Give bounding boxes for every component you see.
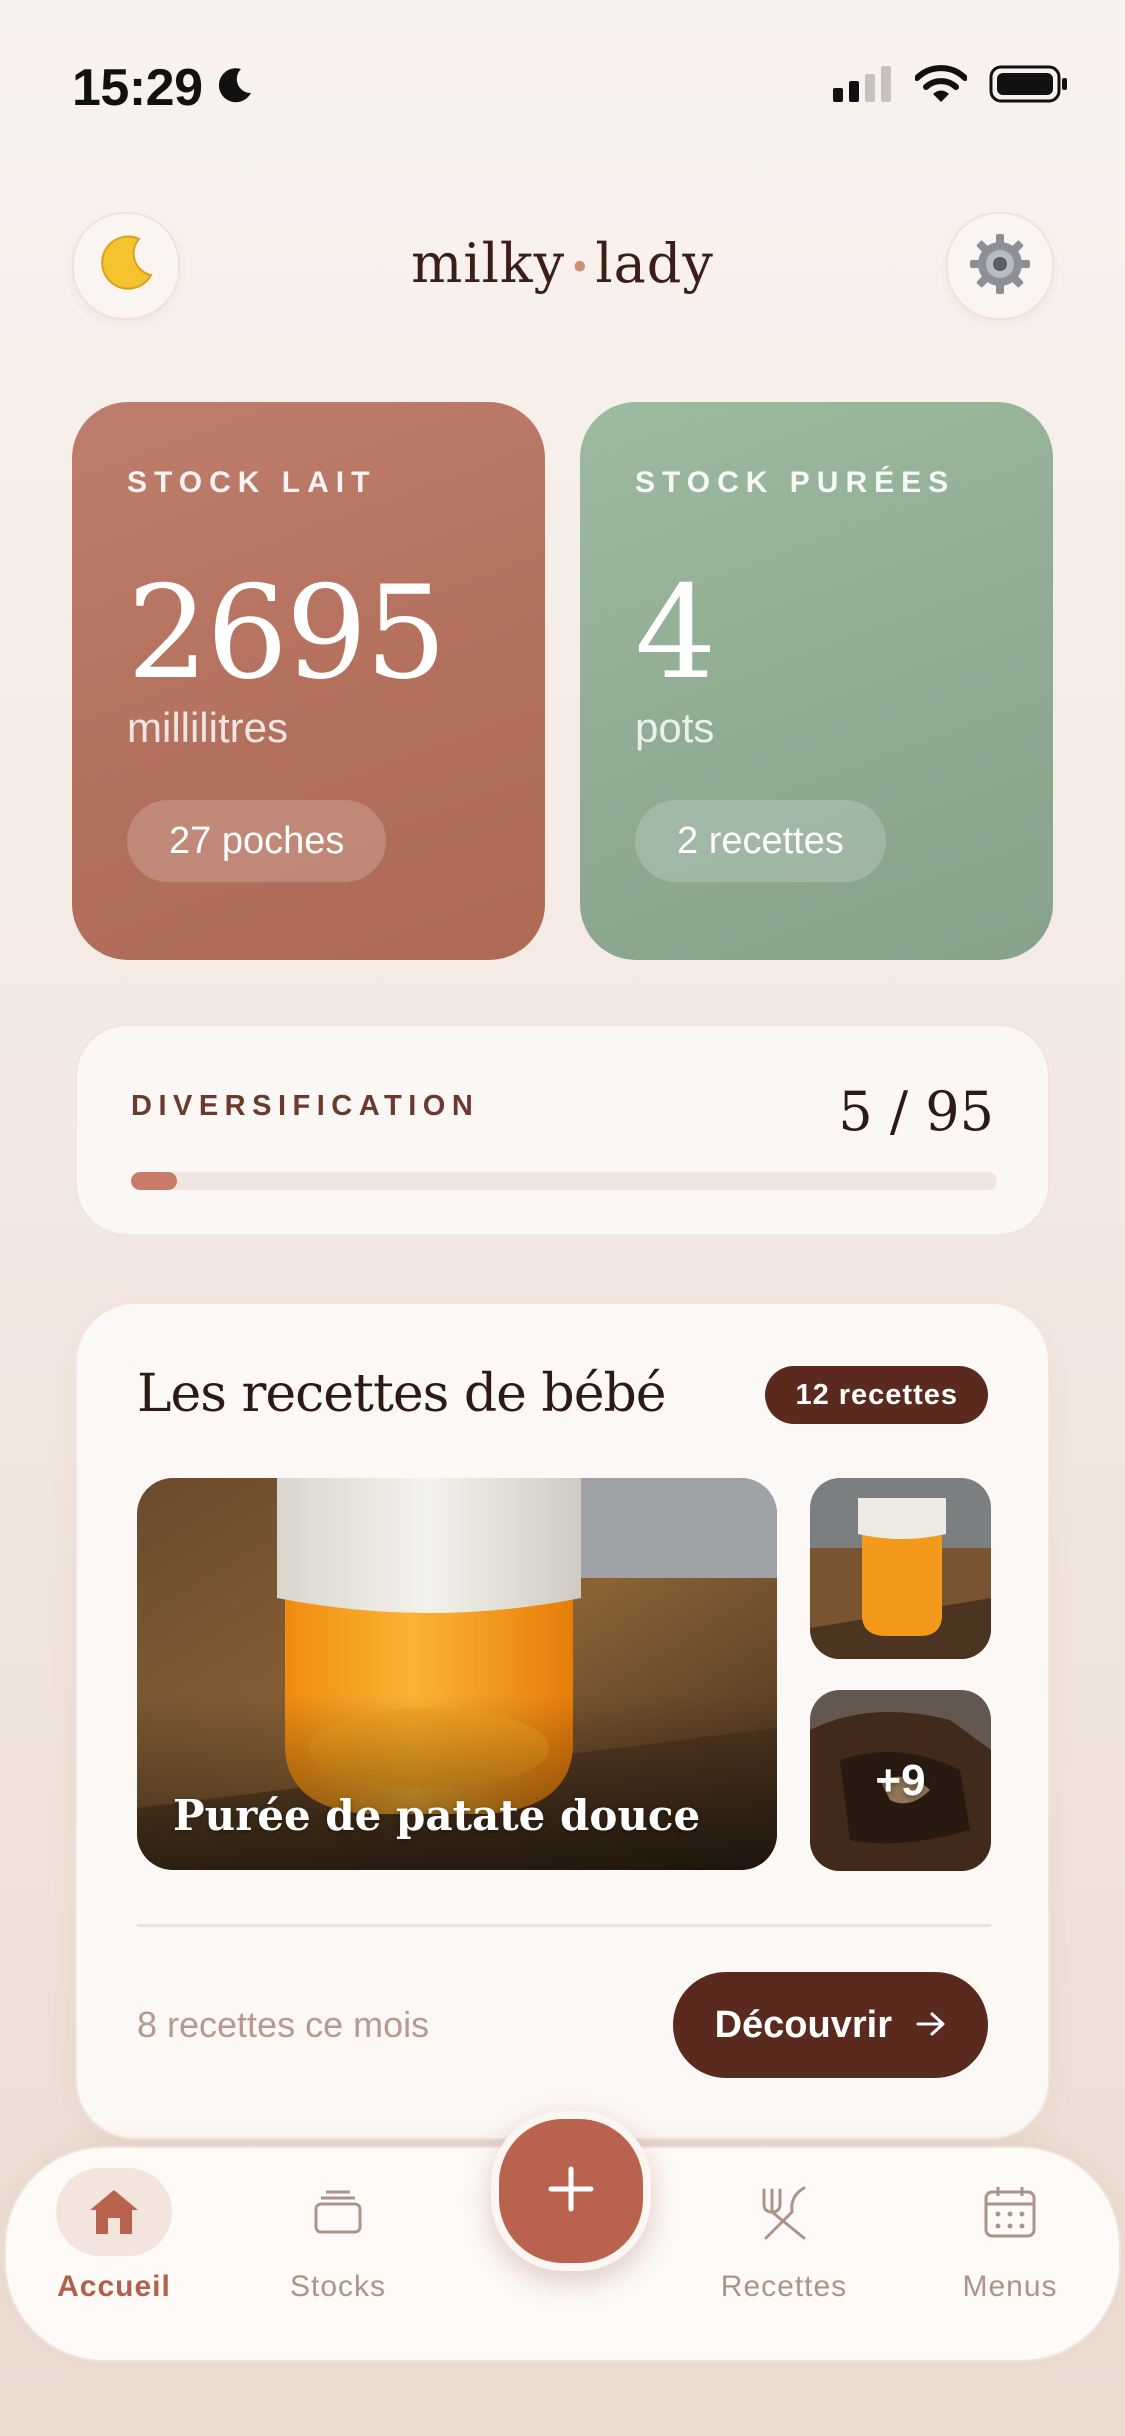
diversification-card[interactable]: DIVERSIFICATION 5 / 95 xyxy=(75,1024,1050,1236)
featured-recipe-caption: Purée de patate douce xyxy=(173,1791,701,1840)
tab-menus-label: Menus xyxy=(962,2270,1058,2303)
brand-dot: • xyxy=(569,247,592,289)
featured-recipe-photo[interactable]: Purée de patate douce xyxy=(137,1478,777,1870)
divider xyxy=(137,1924,991,1927)
tab-menus[interactable]: Menus xyxy=(930,2168,1090,2304)
recipe-thumbnail-1[interactable] xyxy=(810,1478,991,1659)
settings-button[interactable] xyxy=(946,212,1054,320)
puree-stock-value: 4 xyxy=(635,559,716,708)
diversification-progress-bar xyxy=(131,1172,997,1190)
arrow-right-icon xyxy=(916,2004,946,2047)
status-bar-time: 15:29 xyxy=(72,58,255,118)
baby-recipes-card: Les recettes de bébé 12 recettes Purée d… xyxy=(75,1302,1050,2140)
tab-stocks-label: Stocks xyxy=(289,2270,387,2303)
tab-recipes[interactable]: Recettes xyxy=(704,2168,864,2304)
recipe-thumbnail-more[interactable]: +9 xyxy=(810,1690,991,1871)
diversification-label: DIVERSIFICATION xyxy=(131,1090,480,1122)
puree-stock-label: STOCK PURÉES xyxy=(635,466,956,499)
tab-home-label: Accueil xyxy=(57,2270,171,2303)
recipes-this-month: 8 recettes ce mois xyxy=(137,2004,430,2045)
tab-stocks[interactable]: Stocks xyxy=(258,2168,418,2304)
status-bar-indicators xyxy=(833,64,1069,109)
wifi-icon xyxy=(914,64,968,109)
tab-recipes-label: Recettes xyxy=(720,2270,848,2303)
brand-text-left: milky xyxy=(411,232,566,295)
home-icon xyxy=(56,2168,172,2256)
milk-stock-value: 2695 xyxy=(127,559,447,708)
clock: 15:29 xyxy=(72,59,203,117)
add-button[interactable] xyxy=(491,2111,651,2271)
puree-stock-card[interactable]: STOCK PURÉES 4 pots 2 recettes xyxy=(580,402,1053,960)
puree-jar-thumbnail-image xyxy=(810,1478,991,1659)
recipes-count-badge: 12 recettes xyxy=(765,1366,988,1424)
tab-home[interactable]: Accueil xyxy=(34,2168,194,2304)
milk-stock-card[interactable]: STOCK LAIT 2695 millilitres 27 poches xyxy=(72,402,545,960)
recipes-title: Les recettes de bébé xyxy=(137,1364,667,1424)
milk-stock-label: STOCK LAIT xyxy=(127,466,377,499)
gear-icon xyxy=(968,232,1032,301)
diversification-count: 5 / 95 xyxy=(838,1080,994,1143)
puree-recipes-pill: 2 recettes xyxy=(635,800,886,882)
discover-label: Découvrir xyxy=(714,2003,892,2046)
more-recipes-count: +9 xyxy=(875,1755,926,1805)
diversification-progress-fill xyxy=(131,1172,177,1190)
brand-text-right: lady xyxy=(595,232,714,295)
signal-icon xyxy=(833,66,893,107)
calendar-icon xyxy=(952,2168,1068,2256)
utensils-icon xyxy=(726,2168,842,2256)
milk-stock-unit: millilitres xyxy=(127,704,288,751)
plus-icon xyxy=(547,2165,595,2218)
stack-icon xyxy=(280,2168,396,2256)
milk-pouches-pill: 27 poches xyxy=(127,800,387,882)
discover-button[interactable]: Découvrir xyxy=(672,1972,988,2078)
battery-icon xyxy=(989,64,1069,109)
moon-icon xyxy=(215,58,255,118)
puree-stock-unit: pots xyxy=(635,704,715,751)
